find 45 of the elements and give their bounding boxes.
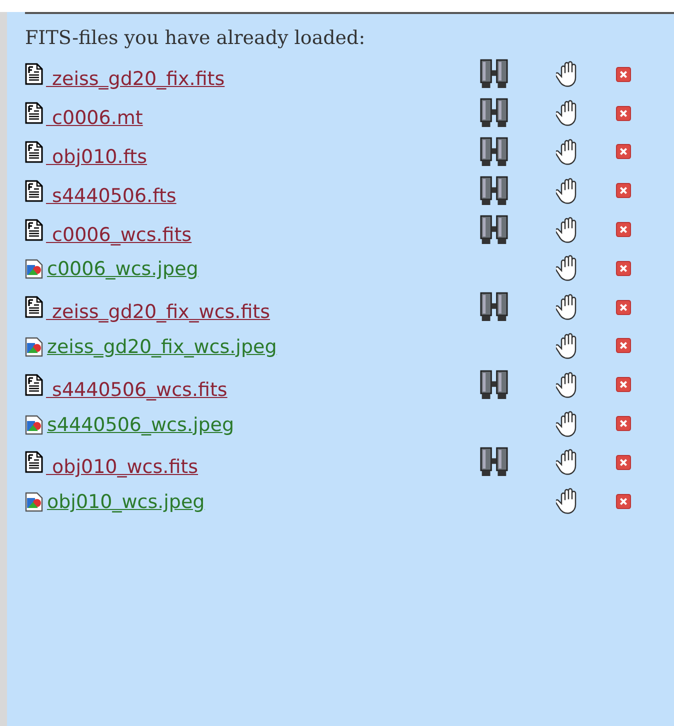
delete-icon[interactable] [616, 416, 630, 432]
document-icon [25, 296, 43, 318]
file-link[interactable]: s4440506.fts [46, 184, 176, 207]
delete-icon[interactable] [616, 260, 630, 276]
file-link[interactable]: c0006.mt [46, 107, 143, 130]
delete-icon[interactable] [616, 183, 630, 198]
binoculars-icon[interactable] [480, 214, 508, 245]
binoculars-icon[interactable] [480, 136, 508, 167]
file-link[interactable]: s4440506_wcs.fits [46, 378, 228, 401]
document-icon [25, 451, 43, 474]
binoculars-icon[interactable] [480, 370, 508, 400]
binoculars-icon[interactable] [480, 447, 508, 478]
delete-icon[interactable] [616, 300, 630, 315]
delete-icon[interactable] [616, 377, 630, 392]
image-file-icon [25, 490, 43, 512]
image-file-icon [25, 334, 43, 357]
file-link[interactable]: c0006_wcs.jpeg [47, 258, 198, 280]
document-icon [25, 180, 43, 202]
delete-icon[interactable] [616, 454, 630, 470]
delete-icon[interactable] [616, 66, 630, 82]
binoculars-icon[interactable] [480, 59, 508, 90]
file-link[interactable]: obj010_wcs.fits [46, 456, 198, 478]
document-icon [25, 374, 43, 396]
file-link[interactable]: obj010_wcs.jpeg [47, 491, 205, 514]
document-icon [25, 140, 43, 163]
delete-icon[interactable] [616, 222, 630, 238]
delete-icon[interactable] [616, 338, 630, 354]
file-link[interactable]: s4440506_wcs.jpeg [47, 414, 234, 436]
file-link[interactable]: zeiss_gd20_fix.fits [46, 68, 225, 90]
delete-icon[interactable] [616, 494, 630, 509]
binoculars-icon[interactable] [480, 98, 508, 128]
file-link[interactable]: zeiss_gd20_fix_wcs.jpeg [47, 336, 277, 358]
document-icon [25, 63, 43, 86]
document-icon [25, 218, 43, 241]
image-file-icon [25, 257, 43, 280]
heading: FITS-files you have already loaded: [25, 26, 366, 51]
file-link[interactable]: obj010.fts [46, 146, 148, 168]
delete-icon[interactable] [616, 144, 630, 160]
file-link[interactable]: c0006_wcs.fits [46, 224, 192, 246]
file-link[interactable]: zeiss_gd20_fix_wcs.fits [46, 301, 270, 324]
document-icon [25, 102, 43, 124]
binoculars-icon[interactable] [480, 176, 508, 206]
image-file-icon [25, 412, 43, 435]
delete-icon[interactable] [616, 106, 630, 121]
binoculars-icon[interactable] [480, 292, 508, 322]
